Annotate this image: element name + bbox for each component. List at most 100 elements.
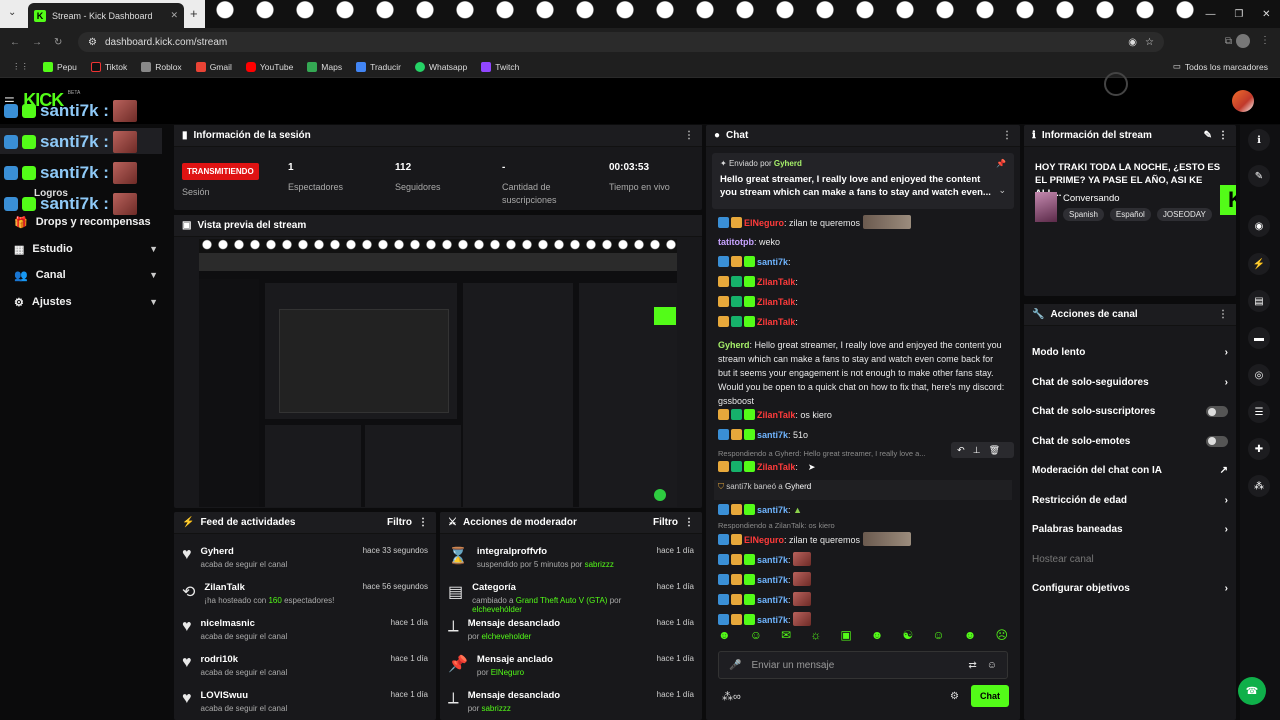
menu-icon[interactable]: ⋮	[1260, 35, 1270, 46]
emote-button[interactable]: ☺	[750, 628, 762, 642]
back-icon[interactable]: ←	[10, 37, 20, 48]
layers-icon[interactable]: ☰	[1248, 401, 1270, 423]
setting-ai-moderation[interactable]: Moderación del chat con IA ↗	[1024, 456, 1236, 486]
edit-icon[interactable]: ✎	[1204, 130, 1212, 141]
chat-input-placeholder[interactable]: Enviar un mensaje	[751, 660, 834, 671]
tab-close-icon[interactable]: ✕	[170, 10, 178, 21]
setting-emotes-only[interactable]: Chat de solo-emotes	[1024, 427, 1236, 457]
bookmark-pepu[interactable]: Pepu	[43, 61, 77, 72]
emote-button[interactable]: ☼	[810, 628, 821, 642]
chat-message[interactable]: santi7k:	[706, 572, 1020, 592]
lightning-icon[interactable]: ⚡	[1248, 253, 1270, 275]
chat-message[interactable]: ElNeguro: zilan te queremos	[706, 532, 1020, 552]
pin-icon[interactable]: 📌	[996, 159, 1006, 168]
chat-message[interactable]: ZilanTalk: ➤	[706, 460, 1020, 480]
url-text[interactable]: dashboard.kick.com/stream	[105, 37, 227, 48]
emotes-only-toggle[interactable]	[1206, 435, 1228, 447]
more-icon[interactable]: ⋮	[418, 517, 428, 528]
setting-slow-mode[interactable]: Modo lento ›	[1024, 338, 1236, 368]
reply-icon[interactable]: ↶	[957, 445, 973, 455]
chat-bubble-icon[interactable]: ▬	[1248, 327, 1270, 349]
more-icon[interactable]: ⋮	[684, 130, 694, 141]
star-icon[interactable]: ☆	[1145, 37, 1154, 48]
emote-button[interactable]: ▣	[840, 628, 851, 642]
camera-icon[interactable]: ◉	[1248, 215, 1270, 237]
stream-preview-video[interactable]	[199, 239, 677, 507]
chat-message[interactable]: ZilanTalk:	[706, 275, 1020, 295]
chat-message[interactable]: ElNeguro: zilan te queremos	[706, 215, 1020, 235]
bookmark-gmail[interactable]: Gmail	[195, 61, 232, 72]
chat-message[interactable]: santi7k:	[706, 592, 1020, 612]
community-icon[interactable]: ⁂	[1248, 475, 1270, 497]
window-close-icon[interactable]: ✕	[1262, 9, 1270, 20]
bookmark-maps[interactable]: Maps	[307, 61, 342, 72]
browser-tab[interactable]: K Stream - Kick Dashboard ✕	[28, 3, 184, 28]
emote-button[interactable]: ☻	[871, 628, 884, 642]
category-name[interactable]: Conversando	[1063, 193, 1120, 204]
broadcast-icon[interactable]: ◎	[1248, 364, 1270, 386]
profile-avatar-icon[interactable]	[1236, 34, 1250, 48]
chat-message[interactable]: santi7k:	[706, 552, 1020, 572]
more-icon[interactable]: ⋮	[1218, 130, 1228, 141]
community-icon[interactable]: ⁂∞	[722, 690, 741, 703]
chat-message[interactable]: Gyherd: Hello great streamer, I really l…	[706, 335, 1020, 408]
tag[interactable]: Español	[1109, 208, 1151, 221]
sidebar-item-ajustes[interactable]: ⚙ Ajustes ▼	[0, 289, 172, 315]
forward-icon[interactable]: →	[32, 37, 42, 48]
maximize-icon[interactable]: ❐	[1234, 9, 1243, 20]
setting-banned-words[interactable]: Palabras baneadas ›	[1024, 515, 1236, 545]
chat-message[interactable]: ZilanTalk: os kiero	[706, 408, 1020, 428]
chat-message[interactable]: santi7k: ▲	[706, 500, 1020, 520]
pinned-message[interactable]: ✦ Enviado por Gyherd 📌 Hello great stream…	[712, 153, 1014, 209]
tab-search-icon[interactable]: ⌄	[8, 7, 16, 18]
subscribers-only-toggle[interactable]	[1206, 406, 1228, 418]
document-icon[interactable]: ▤	[1248, 290, 1270, 312]
setting-followers-only[interactable]: Chat de solo-seguidores ›	[1024, 368, 1236, 398]
emote-button[interactable]: ☹	[995, 628, 1008, 642]
extensions-icon[interactable]: ⧉	[1225, 36, 1232, 47]
filter-button[interactable]: Filtro	[653, 517, 678, 528]
more-icon[interactable]: ⋮	[684, 517, 694, 528]
chat-input[interactable]: 🎤 Enviar un mensaje ⇄ ☺	[718, 651, 1008, 679]
setting-subscribers-only[interactable]: Chat de solo-suscriptores	[1024, 397, 1236, 427]
eye-icon[interactable]: ◉	[1128, 37, 1137, 48]
chat-message[interactable]: tatitotpb: weko	[706, 235, 1020, 255]
user-avatar[interactable]	[1232, 90, 1254, 112]
chat-message[interactable]: ZilanTalk:	[706, 315, 1020, 335]
all-bookmarks[interactable]: ▭ Todos los marcadores	[1173, 61, 1268, 72]
bookmark-twitch[interactable]: Twitch	[481, 61, 519, 72]
send-chat-button[interactable]: Chat	[971, 685, 1009, 707]
emote-button[interactable]: ✉	[781, 628, 791, 642]
emote-button[interactable]: ☯	[903, 628, 914, 642]
bookmark-roblox[interactable]: Roblox	[141, 61, 182, 72]
setting-goals[interactable]: Configurar objetivos ›	[1024, 574, 1236, 604]
more-icon[interactable]: ⋮	[1002, 130, 1012, 141]
emote-button[interactable]: ☻	[718, 628, 731, 642]
omnibox[interactable]: ⚙ dashboard.kick.com/stream ◉ ☆	[78, 32, 1164, 52]
apps-icon[interactable]: ⋮⋮	[12, 61, 29, 72]
wrench-icon[interactable]: ✚	[1248, 438, 1270, 460]
chevron-down-icon[interactable]: ⌄	[998, 185, 1006, 196]
setting-age-restriction[interactable]: Restricción de edad ›	[1024, 486, 1236, 516]
site-info-icon[interactable]: ⚙	[88, 37, 97, 48]
pin-icon[interactable]: ⊥	[973, 445, 989, 455]
tag[interactable]: JOSEODAY	[1156, 208, 1212, 221]
filter-button[interactable]: Filtro	[387, 517, 412, 528]
emote-button[interactable]: ☺	[932, 628, 944, 642]
minimize-icon[interactable]: —	[1205, 9, 1215, 20]
bookmark-tiktok[interactable]: Tiktok	[90, 61, 127, 72]
chat-settings-icon[interactable]: ⚙	[950, 691, 959, 702]
bookmark-traducir[interactable]: Traducir	[356, 61, 401, 72]
pencil-icon[interactable]: ✎	[1248, 165, 1270, 187]
info-icon[interactable]: ℹ	[1248, 129, 1270, 151]
emoji-icon[interactable]: ☺	[987, 660, 997, 671]
bookmark-whatsapp[interactable]: Whatsapp	[414, 61, 467, 72]
sidebar-item-drops[interactable]: 🎁 Drops y recompensas	[0, 209, 172, 235]
emote-button[interactable]: ☻	[964, 628, 977, 642]
bookmark-youtube[interactable]: YouTube	[245, 61, 293, 72]
sidebar-item-canal[interactable]: 👥 Canal ▼	[0, 262, 172, 288]
help-chat-icon[interactable]: ☎	[1238, 677, 1266, 705]
chat-message[interactable]: ZilanTalk:	[706, 295, 1020, 315]
more-icon[interactable]: ⋮	[1218, 309, 1228, 320]
tag[interactable]: Spanish	[1063, 208, 1104, 221]
